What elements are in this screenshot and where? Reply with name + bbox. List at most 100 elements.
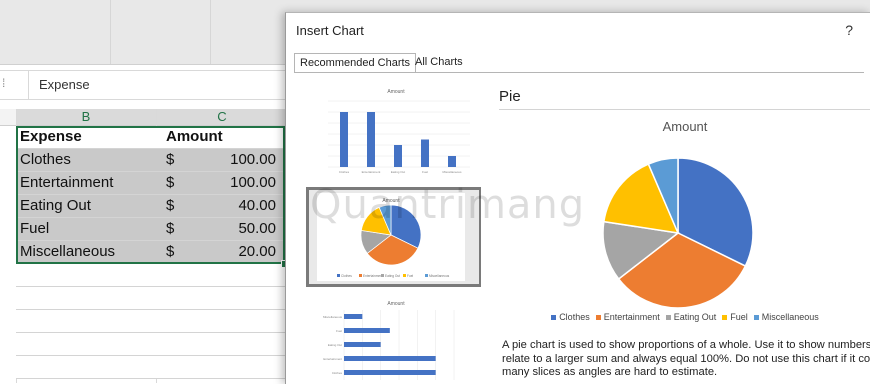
expense-cell: Miscellaneous — [20, 243, 116, 260]
table-row[interactable]: Eating Out $ 40.00 — [16, 195, 286, 218]
thumb-column-bar — [448, 156, 456, 167]
chart-title: Amount — [662, 119, 708, 134]
thumb-bar-label: Miscellaneous — [323, 315, 343, 319]
chart-description: A pie chart is used to show proportions … — [502, 339, 870, 380]
header-expense: Expense — [20, 128, 82, 145]
thumb-bar — [344, 314, 363, 319]
formula-bar: ⁞ Expense — [0, 70, 290, 100]
empty-row[interactable] — [16, 287, 286, 310]
legend-label: Fuel — [730, 312, 748, 322]
legend-item: Clothes — [551, 312, 590, 322]
preview-chart-type-title: Pie — [499, 88, 521, 105]
background-ribbon-strip — [285, 0, 870, 12]
thumb-column-label: Entertainment — [362, 170, 381, 174]
legend-swatch — [665, 315, 671, 321]
expense-cell: Entertainment — [20, 174, 114, 191]
thumb-column-bar — [421, 139, 429, 167]
table-row[interactable]: Miscellaneous $ 20.00 — [16, 241, 286, 264]
thumb-column-bar — [394, 145, 402, 167]
column-header-c[interactable]: C — [157, 109, 287, 125]
legend-swatch — [551, 315, 557, 321]
thumbnail-column-chart[interactable]: Amount Clothes Entertainment Eating Out Fuel… — [306, 83, 476, 183]
tab-all-charts[interactable]: All Charts — [410, 53, 468, 71]
amount-cell: 100.00 — [230, 174, 276, 191]
amount-cell: 20.00 — [238, 243, 276, 260]
bar-chart-thumbnail-graphic: Amount Miscellaneous Fuel Eating Out Enterta… — [323, 301, 455, 380]
thumb-legend-swatch — [425, 274, 428, 277]
amount-cell: 50.00 — [238, 220, 276, 237]
description-line: many slices as angles are hard to estima… — [502, 366, 718, 378]
spreadsheet: ⁞ Expense B C Expense Amount Clothes $ 1… — [0, 0, 290, 383]
currency-cell: $ — [166, 174, 175, 191]
thumb-column-label: Miscellaneous — [442, 170, 462, 174]
ribbon-divider — [110, 0, 111, 64]
thumb-bar — [344, 328, 390, 333]
legend-label: Eating Out — [673, 312, 717, 322]
legend-item: Fuel — [722, 312, 748, 322]
legend-label: Miscellaneous — [761, 312, 819, 322]
thumb-legend-label: Miscellaneous — [429, 274, 450, 278]
amount-cell: 100.00 — [230, 151, 276, 168]
help-button[interactable]: ? — [845, 22, 853, 38]
legend-label: Clothes — [559, 312, 590, 322]
column-header-b[interactable]: B — [16, 109, 156, 125]
chart-legend: Clothes Entertainment Eating Out Fuel Miscel… — [499, 312, 870, 322]
thumb-bar — [344, 370, 436, 375]
legend-label: Entertainment — [603, 312, 660, 322]
formula-input[interactable]: Expense — [28, 71, 290, 99]
thumb-bar — [344, 356, 436, 361]
thumb-bar-label: Fuel — [336, 329, 342, 333]
formula-bar-edge-icon: ⁞ — [2, 76, 6, 90]
legend-item: Miscellaneous — [753, 312, 819, 322]
thumb-legend-label: Entertainment — [363, 274, 383, 278]
header-amount: Amount — [166, 128, 223, 145]
tab-divider — [294, 72, 864, 73]
table-row[interactable]: Entertainment $ 100.00 — [16, 172, 286, 195]
legend-swatch — [595, 315, 601, 321]
table-row[interactable]: Fuel $ 50.00 — [16, 218, 286, 241]
thumbnail-bar-chart[interactable]: Amount Miscellaneous Fuel Eating Out Enterta… — [306, 296, 476, 384]
thumb-bar-title: Amount — [387, 301, 405, 307]
empty-row[interactable] — [16, 264, 286, 287]
thumb-legend-label: Clothes — [341, 274, 352, 278]
dialog-title: Insert Chart — [296, 23, 364, 38]
thumb-legend-label: Eating Out — [385, 274, 400, 278]
thumb-legend-swatch — [381, 274, 384, 277]
table-row[interactable]: Clothes $ 100.00 — [16, 149, 286, 172]
column-chart-thumbnail-graphic: Amount Clothes Entertainment Eating Out Fuel… — [328, 89, 470, 174]
expense-cell: Clothes — [20, 151, 71, 168]
thumb-column-title: Amount — [387, 89, 405, 95]
currency-cell: $ — [166, 243, 175, 260]
thumb-column-label: Clothes — [339, 170, 350, 174]
thumb-column-bar — [367, 112, 375, 167]
description-line: relate to a larger sum and always equal … — [502, 352, 870, 365]
thumb-bar-label: Eating Out — [328, 343, 342, 347]
thumb-legend-label: Fuel — [407, 274, 413, 278]
amount-cell: 40.00 — [238, 197, 276, 214]
thumb-column-label: Eating Out — [391, 170, 405, 174]
legend-swatch — [753, 315, 759, 321]
currency-cell: $ — [166, 151, 175, 168]
watermark-text: Quantrimang — [310, 182, 586, 228]
empty-row[interactable] — [16, 356, 286, 379]
thumb-bar — [344, 342, 381, 347]
ribbon-divider — [210, 0, 211, 64]
thumb-legend-swatch — [403, 274, 406, 277]
table-header-row[interactable]: Expense Amount — [16, 126, 286, 149]
thumb-bar-label: Entertainment — [323, 357, 342, 361]
legend-item: Eating Out — [665, 312, 717, 322]
currency-cell: $ — [166, 197, 175, 214]
empty-row[interactable] — [16, 333, 286, 356]
legend-swatch — [722, 315, 728, 321]
ribbon-area — [0, 0, 290, 65]
expense-cell: Fuel — [20, 220, 50, 237]
column-headers: B C — [0, 109, 290, 126]
tab-recommended-charts[interactable]: Recommended Charts — [294, 53, 417, 73]
preview-divider — [499, 109, 870, 110]
empty-row[interactable] — [16, 310, 286, 333]
thumb-bar-label: Clothes — [332, 371, 343, 375]
description-line: A pie chart is used to show proportions … — [502, 339, 870, 351]
expense-cell: Eating Out — [20, 197, 91, 214]
thumb-column-bar — [340, 112, 348, 167]
currency-cell: $ — [166, 220, 175, 237]
